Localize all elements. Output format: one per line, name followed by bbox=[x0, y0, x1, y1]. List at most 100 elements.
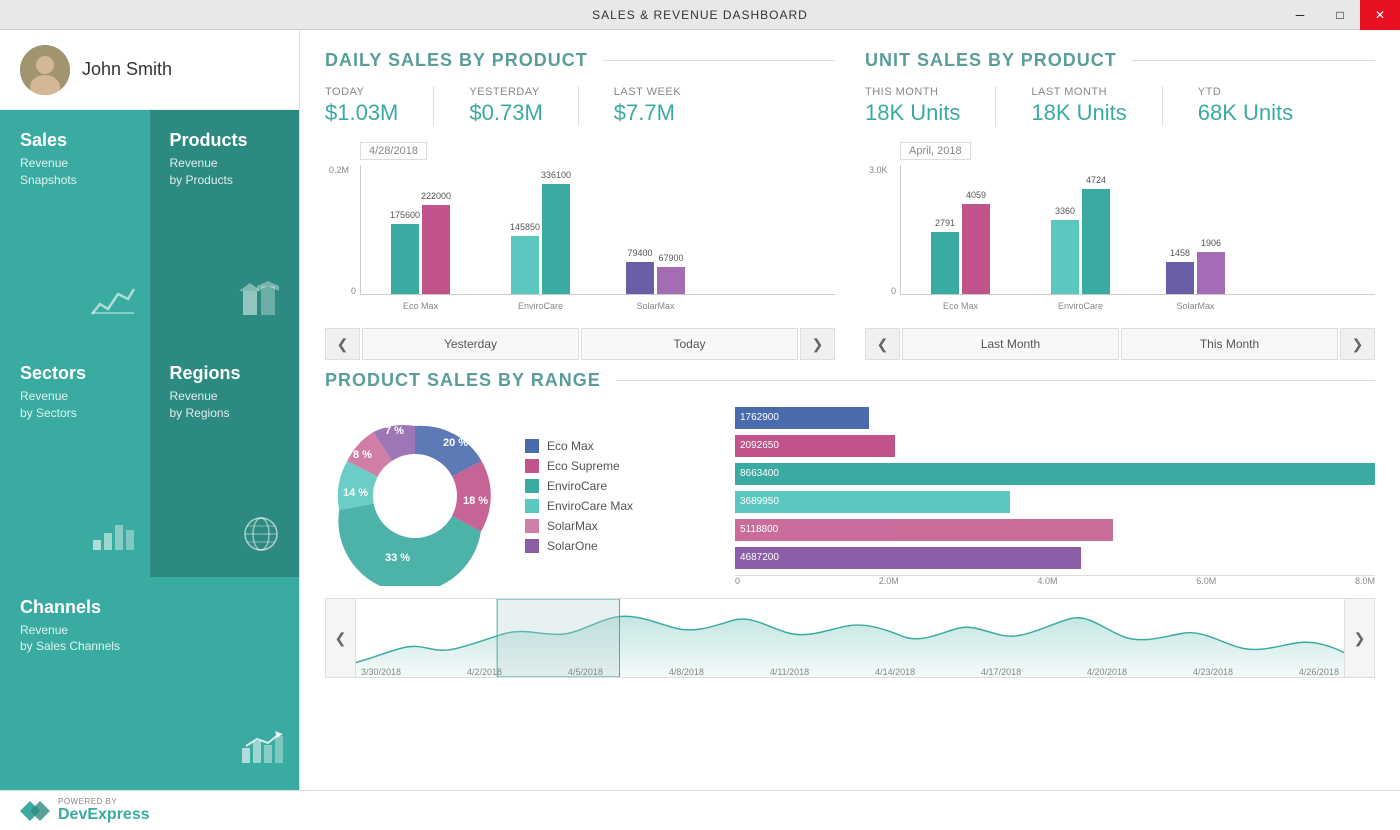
y-zero-unit: 0 bbox=[891, 286, 896, 296]
timeline-section: ❮ bbox=[325, 598, 1375, 678]
stat-yesterday-label: YESTERDAY bbox=[469, 86, 542, 98]
stat-yesterday: YESTERDAY $0.73M bbox=[469, 86, 542, 126]
unit-bar-envirocare-1: 3360 bbox=[1051, 220, 1079, 294]
daily-next-button[interactable]: ❯ bbox=[800, 328, 835, 360]
sidebar-item-sectors[interactable]: Sectors Revenueby Sectors bbox=[0, 343, 150, 576]
minimize-button[interactable]: ─ bbox=[1280, 0, 1320, 30]
hbar-row-ecosupreme: 2092650 bbox=[735, 435, 1375, 457]
regions-tile-title: Regions bbox=[170, 363, 280, 384]
products-tile-sub: Revenueby Products bbox=[170, 155, 280, 189]
unit-bar-solarmax-1: 1458 bbox=[1166, 262, 1194, 294]
avatar bbox=[20, 45, 70, 95]
bar-group-ecomax: 175600 222000 Eco Max bbox=[391, 205, 450, 294]
legend-envirocare: EnviroCare bbox=[525, 479, 633, 493]
y-axis-daily: 0.2M bbox=[329, 165, 349, 175]
products-icon bbox=[239, 281, 284, 328]
daily-sales-line bbox=[603, 60, 835, 61]
bar-envirocare-2: 336100 bbox=[542, 184, 570, 294]
close-button[interactable]: ✕ bbox=[1360, 0, 1400, 30]
products-tile-title: Products bbox=[170, 130, 280, 151]
svg-text:8 %: 8 % bbox=[353, 449, 372, 461]
title-bar: SALES & REVENUE DASHBOARD ─ □ ✕ bbox=[0, 0, 1400, 30]
title-bar-controls: ─ □ ✕ bbox=[1280, 0, 1400, 30]
unit-bar-ecomax-1: 2791 bbox=[931, 232, 959, 294]
stat-today-value: $1.03M bbox=[325, 100, 398, 126]
channels-icon bbox=[239, 728, 284, 775]
daily-today-button[interactable]: Today bbox=[581, 328, 798, 360]
svg-text:33 %: 33 % bbox=[385, 552, 410, 564]
unit-sales-panel: UNIT SALES BY PRODUCT THIS MONTH 18K Uni… bbox=[865, 50, 1375, 360]
daily-date-label: 4/28/2018 bbox=[360, 142, 427, 160]
app-container: John Smith Sales RevenueSnapshots bbox=[0, 30, 1400, 830]
unit-prev-button[interactable]: ❮ bbox=[865, 328, 900, 360]
stat-yesterday-value: $0.73M bbox=[469, 100, 542, 126]
range-section: PRODUCT SALES BY RANGE bbox=[325, 370, 1375, 678]
stat-divider-1 bbox=[433, 86, 434, 126]
daily-yesterday-button[interactable]: Yesterday bbox=[362, 328, 579, 360]
sidebar-item-channels[interactable]: Channels Revenueby Sales Channels bbox=[0, 577, 299, 790]
donut-container: 20 % 18 % 33 % 14 % 8 % 7 % Eco Max bbox=[325, 406, 705, 586]
stat-divider-3 bbox=[995, 86, 996, 126]
daily-prev-button[interactable]: ❮ bbox=[325, 328, 360, 360]
svg-text:20 %: 20 % bbox=[443, 437, 468, 449]
top-charts-section: DAILY SALES BY PRODUCT TODAY $1.03M YEST… bbox=[325, 50, 1375, 360]
user-name: John Smith bbox=[82, 59, 172, 80]
unit-sales-chart: April, 2018 3.0K 0 2791 bbox=[865, 141, 1375, 320]
svg-text:7 %: 7 % bbox=[385, 425, 404, 437]
hbar-section: 1762900 2092650 bbox=[725, 407, 1375, 586]
stat-ytd-value: 68K Units bbox=[1198, 100, 1293, 126]
sidebar: John Smith Sales RevenueSnapshots bbox=[0, 30, 300, 790]
range-title: PRODUCT SALES BY RANGE bbox=[325, 370, 601, 391]
stat-divider-4 bbox=[1162, 86, 1163, 126]
legend-solarmax: SolarMax bbox=[525, 519, 633, 533]
timeline-prev-button[interactable]: ❮ bbox=[326, 599, 356, 677]
sectors-tile-sub: Revenueby Sectors bbox=[20, 388, 130, 422]
devexpress-logo-icon bbox=[20, 796, 50, 826]
timeline-next-button[interactable]: ❯ bbox=[1344, 599, 1374, 677]
unit-next-button[interactable]: ❯ bbox=[1340, 328, 1375, 360]
legend-dot-ecosupreme bbox=[525, 459, 539, 473]
stat-lastweek-label: LAST WEEK bbox=[614, 86, 681, 98]
stat-divider-2 bbox=[578, 86, 579, 126]
unit-bar-envirocare-2: 4724 bbox=[1082, 189, 1110, 294]
unit-thismonth-button[interactable]: This Month bbox=[1121, 328, 1338, 360]
channels-tile-sub: Revenueby Sales Channels bbox=[20, 622, 279, 656]
legend-solarone: SolarOne bbox=[525, 539, 633, 553]
hbar-row-ecomax: 1762900 bbox=[735, 407, 1375, 429]
sales-tile-title: Sales bbox=[20, 130, 130, 151]
maximize-button[interactable]: □ bbox=[1320, 0, 1360, 30]
nav-grid: Sales RevenueSnapshots Products Reve bbox=[0, 110, 299, 790]
bar-solarmax-1: 79400 bbox=[626, 262, 654, 294]
stat-today-label: TODAY bbox=[325, 86, 398, 98]
daily-sales-title: DAILY SALES BY PRODUCT bbox=[325, 50, 588, 71]
stat-ytd: YTD 68K Units bbox=[1198, 86, 1293, 126]
sidebar-item-regions[interactable]: Regions Revenueby Regions bbox=[150, 343, 300, 576]
unit-lastmonth-button[interactable]: Last Month bbox=[902, 328, 1119, 360]
sectors-icon bbox=[90, 515, 135, 562]
stat-ytd-label: YTD bbox=[1198, 86, 1293, 98]
sectors-tile-title: Sectors bbox=[20, 363, 130, 384]
hbar-row-solarone: 4687200 bbox=[735, 547, 1375, 569]
footer: POWERED BY DevExpress bbox=[0, 790, 1400, 830]
channels-tile-title: Channels bbox=[20, 597, 279, 618]
unit-sales-line bbox=[1132, 60, 1375, 61]
legend-ecosupreme: Eco Supreme bbox=[525, 459, 633, 473]
sidebar-item-products[interactable]: Products Revenueby Products bbox=[150, 110, 300, 343]
hbar-row-envirocare-max: 3689950 bbox=[735, 491, 1375, 513]
stat-thismonth-label: THIS MONTH bbox=[865, 86, 960, 98]
stat-lastmonth-label: LAST MONTH bbox=[1031, 86, 1126, 98]
y-zero-daily: 0 bbox=[351, 286, 356, 296]
unit-bar-group-solarmax: 1458 1906 SolarMax bbox=[1166, 252, 1225, 294]
legend-dot-ecomax bbox=[525, 439, 539, 453]
hbar-row-solarmax: 5118800 bbox=[735, 519, 1375, 541]
legend-dot-solarmax bbox=[525, 519, 539, 533]
unit-bar-area: 3.0K 0 2791 4059 bbox=[900, 165, 1375, 295]
svg-text:18 %: 18 % bbox=[463, 495, 488, 507]
stat-thismonth: THIS MONTH 18K Units bbox=[865, 86, 960, 126]
dashboard: DAILY SALES BY PRODUCT TODAY $1.03M YEST… bbox=[300, 30, 1400, 790]
unit-nav-buttons: ❮ Last Month This Month ❯ bbox=[865, 328, 1375, 360]
hbar-chart: 1762900 2092650 bbox=[725, 407, 1375, 586]
range-header: PRODUCT SALES BY RANGE bbox=[325, 370, 1375, 391]
sidebar-item-sales[interactable]: Sales RevenueSnapshots bbox=[0, 110, 150, 343]
daily-sales-header: DAILY SALES BY PRODUCT bbox=[325, 50, 835, 71]
